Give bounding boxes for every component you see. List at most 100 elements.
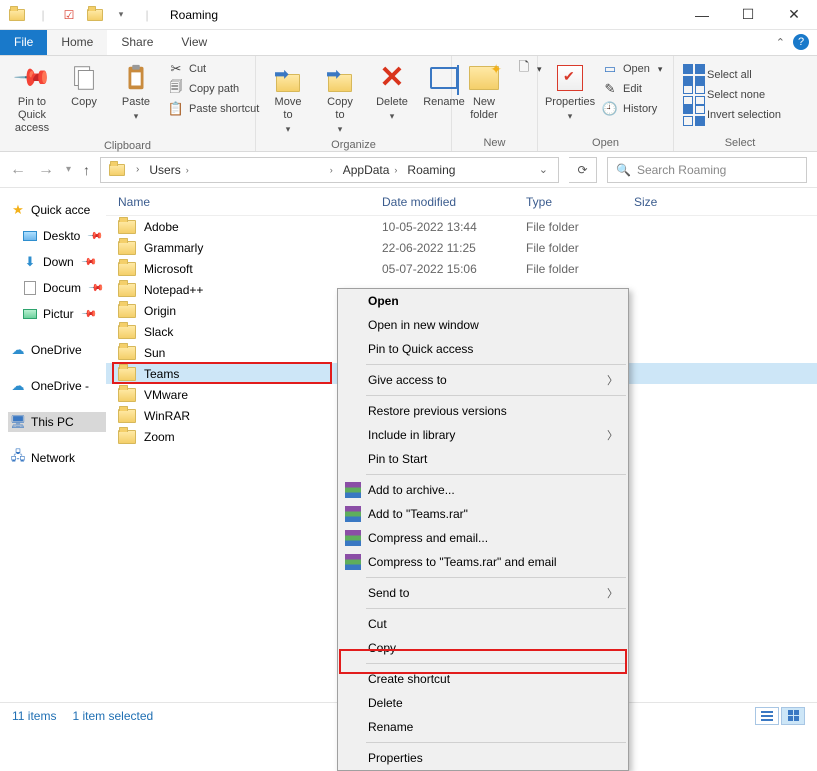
ctx-delete[interactable]: Delete: [338, 691, 628, 715]
tab-home[interactable]: Home: [47, 30, 107, 55]
qat-dropdown-icon[interactable]: ▾: [110, 4, 132, 26]
crumb-hidden[interactable]: xxxxxxxxxxxxxxxxxxxxx›: [196, 163, 336, 177]
sidebar-onedrive-1[interactable]: ☁OneDrive: [8, 340, 106, 360]
paste-shortcut-button[interactable]: 📋Paste shortcut: [164, 100, 263, 118]
sidebar-documents[interactable]: Docum📌: [8, 278, 106, 298]
minimize-button[interactable]: —: [679, 0, 725, 30]
maximize-button[interactable]: ☐: [725, 0, 771, 30]
copy-path-button[interactable]: 🗐Copy path: [164, 80, 263, 98]
ctx-pin-start[interactable]: Pin to Start: [338, 447, 628, 471]
ctx-create-shortcut[interactable]: Create shortcut: [338, 667, 628, 691]
rar-icon: [344, 553, 362, 571]
select-none-button[interactable]: Select none: [682, 86, 785, 104]
column-headers: Name Date modified Type Size: [106, 188, 817, 216]
scissors-icon: ✂: [168, 61, 184, 77]
sidebar-pictures[interactable]: Pictur📌: [8, 304, 106, 324]
edit-button[interactable]: ✎Edit: [598, 80, 666, 98]
qat-folder-icon[interactable]: [6, 4, 28, 26]
qat-properties-icon[interactable]: ☑: [58, 4, 80, 26]
ctx-copy[interactable]: Copy: [338, 636, 628, 660]
group-open-label: Open: [546, 135, 665, 149]
history-button[interactable]: 🕘History: [598, 100, 666, 118]
col-type[interactable]: Type: [514, 195, 622, 209]
rename-icon: [430, 67, 458, 89]
file-row[interactable]: Grammarly22-06-2022 11:25File folder: [106, 237, 817, 258]
cloud-icon: ☁: [10, 342, 26, 358]
crumb-users[interactable]: Users›: [146, 163, 191, 177]
invert-selection-button[interactable]: Invert selection: [682, 106, 785, 124]
collapse-ribbon-icon[interactable]: ⌃: [776, 36, 785, 49]
search-placeholder: Search Roaming: [637, 163, 726, 177]
pin-quick-access-button[interactable]: 📌 Pin to Quick access: [8, 60, 56, 138]
address-dropdown-icon[interactable]: ⌄: [533, 163, 554, 176]
sidebar-desktop[interactable]: Deskto📌: [8, 226, 106, 246]
ctx-restore-versions[interactable]: Restore previous versions: [338, 399, 628, 423]
col-name[interactable]: Name: [106, 195, 370, 209]
sidebar-network[interactable]: 🖧Network: [8, 448, 106, 468]
cut-button[interactable]: ✂Cut: [164, 60, 263, 78]
sidebar-downloads[interactable]: ⬇Down📌: [8, 252, 106, 272]
view-details-button[interactable]: [755, 707, 779, 725]
sidebar-onedrive-2[interactable]: ☁OneDrive -: [8, 376, 106, 396]
ctx-compress-rar-email[interactable]: Compress to "Teams.rar" and email: [338, 550, 628, 574]
ctx-properties[interactable]: Properties: [338, 746, 628, 770]
up-button[interactable]: ↑: [83, 162, 90, 178]
back-button[interactable]: ←: [10, 161, 26, 179]
paste-button[interactable]: Paste: [112, 60, 160, 124]
select-all-button[interactable]: Select all: [682, 66, 785, 84]
x-icon: ✕: [379, 63, 404, 93]
sidebar-quick-access[interactable]: ★Quick acce: [8, 200, 106, 220]
ctx-open-new-window[interactable]: Open in new window: [338, 313, 628, 337]
close-button[interactable]: ✕: [771, 0, 817, 30]
file-row[interactable]: Microsoft05-07-2022 15:06File folder: [106, 258, 817, 279]
ctx-separator: [366, 395, 626, 396]
ctx-open[interactable]: Open: [338, 289, 628, 313]
copy-to-button[interactable]: ➡ Copy to: [316, 60, 364, 137]
copy-button[interactable]: Copy: [60, 60, 108, 111]
crumb-appdata[interactable]: AppData›: [340, 163, 401, 177]
help-icon[interactable]: ?: [793, 34, 809, 50]
document-icon: [22, 280, 38, 296]
downloads-icon: ⬇: [22, 254, 38, 270]
group-clipboard-label: Clipboard: [8, 138, 247, 152]
tab-file[interactable]: File: [0, 30, 47, 55]
properties-button[interactable]: Properties: [546, 60, 594, 124]
col-date[interactable]: Date modified: [370, 195, 514, 209]
ctx-send-to[interactable]: Send to〉: [338, 581, 628, 605]
new-folder-icon: [469, 66, 499, 90]
sidebar-this-pc[interactable]: 🖥This PC: [8, 412, 106, 432]
ctx-separator: [366, 364, 626, 365]
tab-share[interactable]: Share: [107, 30, 167, 55]
refresh-button[interactable]: ⟳: [569, 157, 597, 183]
open-icon: ▭: [602, 61, 618, 77]
ctx-compress-email[interactable]: Compress and email...: [338, 526, 628, 550]
pictures-icon: [22, 306, 38, 322]
view-icons-button[interactable]: [781, 707, 805, 725]
history-icon: 🕘: [602, 101, 618, 117]
file-row[interactable]: Adobe10-05-2022 13:44File folder: [106, 216, 817, 237]
ctx-include-library[interactable]: Include in library〉: [338, 423, 628, 447]
rar-icon: [344, 529, 362, 547]
search-input[interactable]: 🔍 Search Roaming: [607, 157, 807, 183]
ctx-add-archive[interactable]: Add to archive...: [338, 478, 628, 502]
group-organize-label: Organize: [264, 137, 443, 151]
forward-button[interactable]: →: [38, 161, 54, 179]
new-folder-button[interactable]: New folder: [460, 60, 508, 124]
ctx-pin-quick-access[interactable]: Pin to Quick access: [338, 337, 628, 361]
ctx-rename[interactable]: Rename: [338, 715, 628, 739]
folder-icon: [118, 220, 136, 234]
recent-dropdown-icon[interactable]: ▾: [66, 164, 71, 175]
pin-icon: 📌: [85, 277, 106, 300]
ctx-cut[interactable]: Cut: [338, 612, 628, 636]
pin-icon: 📌: [11, 57, 52, 98]
open-button[interactable]: ▭Open▾: [598, 60, 666, 78]
col-size[interactable]: Size: [622, 195, 817, 209]
ctx-add-rar[interactable]: Add to "Teams.rar": [338, 502, 628, 526]
crumb-roaming[interactable]: Roaming: [404, 163, 458, 177]
address-bar[interactable]: › Users› xxxxxxxxxxxxxxxxxxxxx› AppData›…: [100, 157, 559, 183]
tab-view[interactable]: View: [167, 30, 221, 55]
qat-newfolder-icon[interactable]: [84, 4, 106, 26]
delete-button[interactable]: ✕ Delete: [368, 60, 416, 124]
ctx-give-access[interactable]: Give access to〉: [338, 368, 628, 392]
move-to-button[interactable]: ➡ Move to: [264, 60, 312, 137]
